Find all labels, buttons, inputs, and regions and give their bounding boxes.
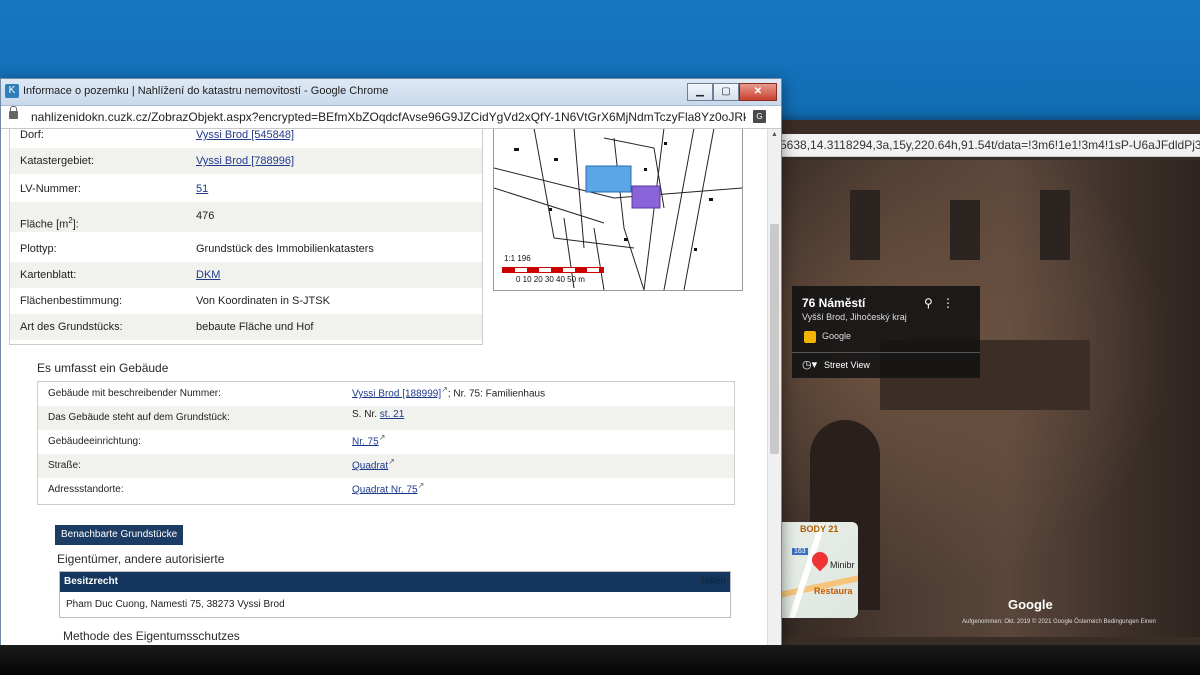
owners-table-header: Besitzrecht Teilen	[60, 572, 730, 592]
browser-window: K Informace o pozemku | Nahlížení do kat…	[0, 78, 782, 660]
building-unit-link[interactable]: Nr. 75	[352, 436, 379, 447]
window-title: Informace o pozemku | Nahlížení do katas…	[23, 85, 389, 97]
close-button[interactable]: ✕	[739, 83, 777, 101]
table-row: LV-Nummer: 51	[20, 183, 209, 195]
column-header-share: Teilen	[699, 576, 726, 587]
page-content: Dorf: Vyssi Brod [545848] Katastergebiet…	[1, 129, 767, 659]
translate-icon[interactable]: G	[753, 110, 766, 123]
cadastral-map[interactable]: 1:1 196 0 10 20 30 40 50 m	[493, 129, 743, 291]
table-row: Gebäudeeinrichtung: Nr. 75↗	[48, 433, 386, 448]
table-row: Katastergebiet: Vyssi Brod [788996]	[10, 148, 482, 174]
building-window	[1040, 190, 1070, 260]
protection-section-title: Methode des Eigentumsschutzes	[63, 629, 240, 643]
place-title: 76 Náměstí	[802, 296, 866, 310]
maximize-button[interactable]: ▢	[713, 83, 739, 101]
table-row: Plottyp: Grundstück des Immobilienkatast…	[20, 243, 374, 255]
poi-label: Minibr	[830, 560, 855, 570]
map-sheet-link[interactable]: DKM	[196, 269, 220, 281]
external-link-icon: ↗	[378, 433, 386, 442]
poi-label: Restaura	[814, 586, 853, 596]
provider-label: Google	[822, 331, 852, 341]
scroll-thumb[interactable]	[770, 224, 779, 454]
map-scale: 1:1 196	[504, 254, 531, 263]
table-row: Das Gebäude steht auf dem Grundstück: S.…	[38, 406, 734, 430]
street-view-label[interactable]: Street View	[824, 360, 870, 370]
cadastral-area-link[interactable]: Vyssi Brod [788996]	[196, 155, 294, 167]
address-bar[interactable]: nahlizenidokn.cuzk.cz/ZobrazObjekt.aspx?…	[1, 106, 781, 129]
lv-number-link[interactable]: 51	[196, 183, 208, 195]
building-section-title: Es umfasst ein Gebäude	[37, 361, 169, 375]
building-window	[950, 200, 980, 260]
cadastral-map-drawing	[494, 129, 742, 290]
lock-icon[interactable]	[9, 106, 18, 119]
column-header-ownership: Besitzrecht	[64, 576, 118, 587]
external-link-icon: ↗	[441, 385, 448, 394]
table-row: Dorf: Vyssi Brod [545848]	[20, 129, 295, 141]
table-row: Straße: Quadrat↗	[38, 454, 734, 478]
scale-labels: 0 10 20 30 40 50 m	[516, 275, 585, 284]
owners-table: Besitzrecht Teilen Pham Duc Cuong, Names…	[59, 571, 731, 618]
street-link[interactable]: Quadrat	[352, 460, 388, 471]
site-favicon-icon: K	[5, 84, 19, 98]
monitor-bezel	[0, 645, 1200, 675]
maps-footer: Aufgenommen: Okt. 2019 © 2021 Google Öst…	[962, 619, 1156, 625]
place-subtitle: Vyšší Brod, Jihočeský kraj	[802, 312, 907, 322]
table-row: Art des Grundstücks: bebaute Fläche und …	[10, 314, 482, 340]
owners-section-title: Eigentümer, andere autorisierte	[57, 552, 225, 566]
road-number: 163	[792, 548, 808, 555]
building-window	[850, 190, 880, 260]
external-link-icon: ↗	[388, 457, 395, 466]
location-pin-icon[interactable]: ⚲	[924, 296, 933, 310]
poi-label: BODY 21	[800, 524, 839, 534]
more-options-icon[interactable]: ⋮	[942, 296, 954, 310]
parcel-properties-table: Dorf: Vyssi Brod [545848] Katastergebiet…	[9, 129, 483, 345]
table-row: Flächenbestimmung: Von Koordinaten in S-…	[20, 295, 330, 307]
vertical-scrollbar[interactable]: ▲ ▼	[767, 129, 781, 659]
divider	[792, 352, 980, 353]
building-link[interactable]: Vyssi Brod [188999]	[352, 388, 441, 399]
table-row: Kartenblatt: DKM	[10, 262, 482, 288]
history-clock-icon[interactable]: ◷▾	[802, 358, 817, 371]
minimize-button[interactable]: ▁	[687, 83, 713, 101]
street-view-info-panel: 76 Náměstí ⚲ ⋮ Vyšší Brod, Jihočeský kra…	[792, 286, 980, 378]
table-row: Fläche [m2]: 476	[10, 202, 482, 232]
scale-bar	[502, 267, 604, 273]
neighbor-parcels-button[interactable]: Benachbarte Grundstücke	[55, 525, 184, 545]
table-row: Adressstandorte: Quadrat Nr. 75↗	[48, 481, 425, 496]
title-bar[interactable]: K Informace o pozemku | Nahlížení do kat…	[1, 79, 781, 106]
area-value: 476	[196, 210, 215, 222]
village-link[interactable]: Vyssi Brod [545848]	[196, 129, 294, 141]
scroll-up-icon[interactable]: ▲	[771, 131, 778, 138]
owner-entry: Pham Duc Cuong, Namesti 75, 38273 Vyssi …	[66, 599, 285, 610]
table-row: Gebäude mit beschreibender Nummer: Vyssi…	[48, 385, 546, 400]
url-text[interactable]: nahlizenidokn.cuzk.cz/ZobrazObjekt.aspx?…	[31, 110, 746, 124]
google-icon	[804, 331, 816, 343]
building-table: Gebäude mit beschreibender Nummer: Vyssi…	[37, 381, 735, 505]
external-link-icon: ↗	[417, 481, 425, 490]
parcel-link[interactable]: st. 21	[380, 409, 404, 420]
google-logo: Google	[1008, 597, 1053, 612]
address-link[interactable]: Quadrat Nr. 75	[352, 484, 418, 495]
